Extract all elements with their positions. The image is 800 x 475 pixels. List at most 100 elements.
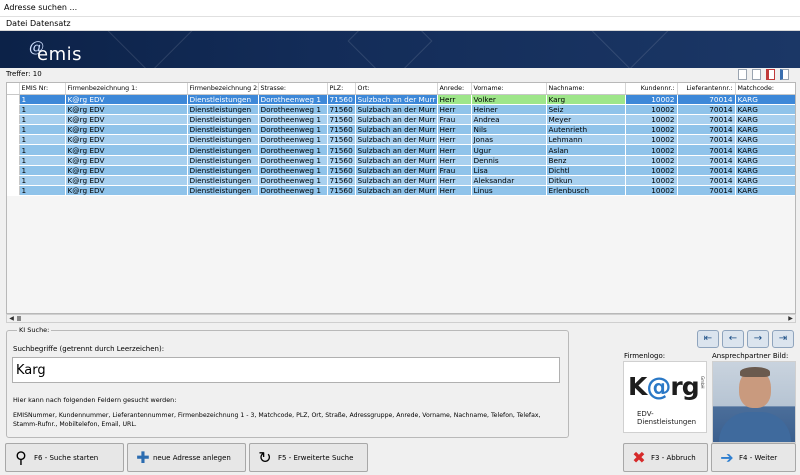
column-header[interactable]: Ort:: [355, 83, 438, 95]
table-cell[interactable]: Dienstleistungen: [187, 185, 259, 197]
search-terms-input[interactable]: [12, 357, 560, 383]
table-cell[interactable]: 71560: [327, 134, 356, 146]
table-cell[interactable]: Herr: [437, 175, 472, 187]
table-cell[interactable]: 70014: [677, 134, 736, 146]
table-cell[interactable]: Benz: [546, 155, 626, 166]
table-cell[interactable]: 71560: [327, 114, 356, 126]
table-cell[interactable]: 70014: [677, 155, 736, 166]
table-cell[interactable]: Dorotheenweg 1: [258, 144, 328, 156]
table-cell[interactable]: 1: [19, 104, 66, 115]
row-indicator[interactable]: [7, 155, 20, 166]
table-cell[interactable]: Dorotheenweg 1: [258, 134, 328, 146]
table-row[interactable]: 1 K@rg EDV Dienstleistungen Dorotheenweg 17…: [7, 144, 795, 156]
table-cell[interactable]: Sulzbach an der Murr: [355, 144, 438, 156]
table-cell[interactable]: Sulzbach an der Murr: [355, 114, 438, 126]
table-row[interactable]: 1 K@rg EDV Dienstleistungen Dorotheenweg 17…: [7, 114, 795, 126]
table-cell[interactable]: KARG: [735, 94, 795, 105]
table-cell[interactable]: 70014: [677, 185, 736, 197]
table-cell[interactable]: Dienstleistungen: [187, 144, 259, 156]
menu-datensatz[interactable]: Datensatz: [30, 19, 71, 28]
table-cell[interactable]: Dienstleistungen: [187, 165, 259, 177]
table-cell[interactable]: Dienstleistungen: [187, 175, 259, 187]
scroll-thumb[interactable]: [17, 316, 21, 321]
column-header[interactable]: Matchcode:: [735, 83, 795, 95]
table-cell[interactable]: 70014: [677, 114, 736, 126]
table-cell[interactable]: Lehmann: [546, 134, 626, 146]
table-cell[interactable]: KARG: [735, 165, 795, 177]
column-header[interactable]: EMIS Nr:: [19, 83, 66, 95]
nav-last-button[interactable]: ⇥: [772, 330, 794, 348]
table-row[interactable]: 1 K@rg EDV Dienstleistungen Dorotheenweg 17…: [7, 185, 795, 197]
table-cell[interactable]: Sulzbach an der Murr: [355, 134, 438, 146]
table-cell[interactable]: 10002: [625, 144, 678, 156]
column-header[interactable]: Firmenbezeichnung 2:: [187, 83, 259, 95]
table-row[interactable]: 1 K@rg EDV Dienstleistungen Dorotheenweg 17…: [7, 165, 795, 177]
row-indicator[interactable]: [7, 185, 20, 197]
table-cell[interactable]: K@rg EDV: [65, 144, 188, 156]
table-cell[interactable]: Nils: [471, 124, 547, 136]
table-cell[interactable]: 71560: [327, 144, 356, 156]
table-cell[interactable]: Sulzbach an der Murr: [355, 185, 438, 197]
table-cell[interactable]: 1: [19, 114, 66, 126]
table-cell[interactable]: 1: [19, 144, 66, 156]
extended-search-button[interactable]: ↻ F5 - Erweiterte Suche: [249, 443, 368, 472]
table-cell[interactable]: Seiz: [546, 104, 626, 115]
table-cell[interactable]: Ditkun: [546, 175, 626, 187]
table-cell[interactable]: K@rg EDV: [65, 155, 188, 166]
table-cell[interactable]: Sulzbach an der Murr: [355, 104, 438, 115]
table-cell[interactable]: 70014: [677, 144, 736, 156]
table-cell[interactable]: 71560: [327, 165, 356, 177]
table-cell[interactable]: Frau: [437, 114, 472, 126]
table-row[interactable]: ▶ 1 K@rg EDV Dienstleistungen Dorotheenweg 1…: [7, 94, 795, 105]
table-cell[interactable]: Sulzbach an der Murr: [355, 94, 438, 105]
table-cell[interactable]: Aslan: [546, 144, 626, 156]
copy-icon[interactable]: [738, 69, 747, 80]
table-cell[interactable]: Herr: [437, 94, 472, 105]
table-cell[interactable]: 10002: [625, 165, 678, 177]
table-cell[interactable]: Herr: [437, 134, 472, 146]
table-cell[interactable]: KARG: [735, 155, 795, 166]
table-cell[interactable]: 71560: [327, 94, 356, 105]
table-cell[interactable]: Volker: [471, 94, 547, 105]
table-cell[interactable]: Linus: [471, 185, 547, 197]
table-cell[interactable]: Aleksandar: [471, 175, 547, 187]
table-cell[interactable]: Dienstleistungen: [187, 94, 259, 105]
table-cell[interactable]: Dienstleistungen: [187, 155, 259, 166]
scroll-left-icon[interactable]: ◀: [7, 315, 16, 322]
table-cell[interactable]: Herr: [437, 104, 472, 115]
row-indicator[interactable]: [7, 144, 20, 156]
row-indicator[interactable]: [7, 134, 20, 146]
table-cell[interactable]: Dorotheenweg 1: [258, 104, 328, 115]
table-cell[interactable]: 10002: [625, 114, 678, 126]
table-cell[interactable]: Ugur: [471, 144, 547, 156]
table-cell[interactable]: Sulzbach an der Murr: [355, 175, 438, 187]
row-indicator[interactable]: [7, 104, 20, 115]
row-indicator[interactable]: [7, 165, 20, 177]
table-cell[interactable]: KARG: [735, 114, 795, 126]
horizontal-scrollbar[interactable]: ◀ ▶: [6, 314, 796, 323]
table-cell[interactable]: Dienstleistungen: [187, 104, 259, 115]
table-cell[interactable]: Andrea: [471, 114, 547, 126]
table-cell[interactable]: 70014: [677, 94, 736, 105]
table-cell[interactable]: Dichtl: [546, 165, 626, 177]
table-cell[interactable]: KARG: [735, 144, 795, 156]
table-cell[interactable]: 70014: [677, 124, 736, 136]
table-cell[interactable]: Heiner: [471, 104, 547, 115]
scroll-right-icon[interactable]: ▶: [786, 315, 795, 322]
table-cell[interactable]: K@rg EDV: [65, 94, 188, 105]
table-cell[interactable]: 10002: [625, 94, 678, 105]
table-cell[interactable]: Dienstleistungen: [187, 124, 259, 136]
table-cell[interactable]: Frau: [437, 165, 472, 177]
start-search-button[interactable]: ⚲ F6 - Suche starten: [5, 443, 124, 472]
table-cell[interactable]: K@rg EDV: [65, 124, 188, 136]
table-cell[interactable]: 1: [19, 155, 66, 166]
cancel-button[interactable]: ✖ F3 - Abbruch: [623, 443, 708, 472]
table-cell[interactable]: Dennis: [471, 155, 547, 166]
table-cell[interactable]: 10002: [625, 134, 678, 146]
table-cell[interactable]: Dorotheenweg 1: [258, 175, 328, 187]
table-cell[interactable]: 71560: [327, 104, 356, 115]
table-cell[interactable]: 10002: [625, 124, 678, 136]
table-cell[interactable]: Herr: [437, 144, 472, 156]
table-cell[interactable]: Sulzbach an der Murr: [355, 165, 438, 177]
document-icon[interactable]: [752, 69, 761, 80]
